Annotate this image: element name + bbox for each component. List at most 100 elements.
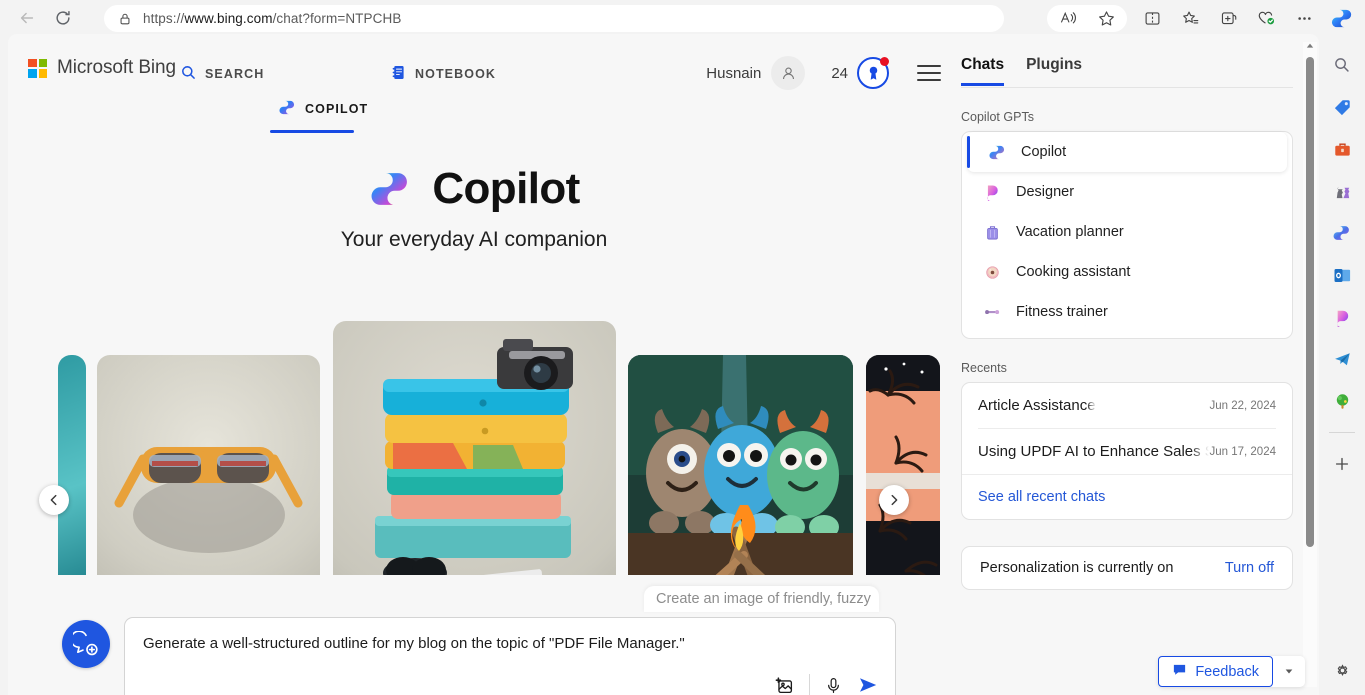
composer-input[interactable]: Generate a well-structured outline for m… — [143, 635, 685, 652]
nav-tab-copilot-label: COPILOT — [305, 102, 368, 116]
dumbbell-icon — [982, 302, 1002, 322]
new-chat-icon[interactable] — [62, 620, 110, 668]
composer-tools — [774, 674, 879, 695]
search-icon — [180, 64, 197, 84]
microphone-icon[interactable] — [824, 676, 843, 695]
hero-subtitle: Your everyday AI companion — [8, 228, 940, 252]
recent-chat-item[interactable]: Using UPDF AI to Enhance Sales Skills Ju… — [962, 429, 1292, 474]
gpt-item-label: Copilot — [1021, 144, 1066, 160]
right-panel: Chats Plugins Copilot GPTs Copilot — [941, 34, 1301, 695]
tab-chats[interactable]: Chats — [961, 56, 1004, 86]
tab-plugins[interactable]: Plugins — [1026, 56, 1082, 86]
gpt-item-designer[interactable]: Designer — [962, 172, 1292, 212]
nav-tab-copilot[interactable]: COPILOT — [278, 98, 368, 120]
read-aloud-icon[interactable] — [1052, 3, 1084, 33]
nav-tab-notebook[interactable]: NOTEBOOK — [390, 52, 496, 96]
outlook-icon[interactable] — [1327, 260, 1357, 290]
url-text: https://www.bing.com/chat?form=NTPCHB — [143, 11, 401, 26]
carousel-caption: Create an image of friendly, fuzzy — [644, 586, 879, 612]
copilot-gpts-label: Copilot GPTs — [961, 110, 1301, 124]
games-icon[interactable] — [1327, 176, 1357, 206]
microsoft-logo-icon — [28, 59, 47, 78]
nav-tab-search-label: SEARCH — [205, 67, 264, 81]
designer-icon[interactable] — [1327, 302, 1357, 332]
collections-icon[interactable] — [1212, 3, 1244, 33]
shopping-tag-icon[interactable] — [1327, 92, 1357, 122]
recent-chat-title: Using UPDF AI to Enhance Sales Skills — [978, 443, 1209, 460]
copilot-gpts-card: Copilot Designer — [961, 131, 1293, 339]
bing-logo[interactable]: Microsoft Bing — [28, 57, 176, 79]
recent-chat-date: Jun 17, 2024 — [1209, 446, 1276, 458]
nav-tab-search[interactable]: SEARCH — [180, 52, 264, 96]
carousel-card[interactable] — [333, 321, 616, 611]
page-scrollbar[interactable] — [1303, 42, 1317, 687]
copilot-icon[interactable] — [1326, 3, 1358, 33]
recents-card: Article Assistance Jun 22, 2024 Using UP… — [961, 382, 1293, 520]
address-bar[interactable]: https://www.bing.com/chat?form=NTPCHB — [104, 5, 1004, 32]
carousel-card[interactable] — [58, 355, 86, 595]
gpt-item-vacation-planner[interactable]: Vacation planner — [962, 212, 1292, 252]
carousel-card[interactable] — [866, 355, 940, 595]
gpt-item-copilot[interactable]: Copilot — [967, 132, 1287, 172]
page-title: Copilot — [432, 164, 579, 214]
favorites-list-icon[interactable] — [1174, 3, 1206, 33]
add-sidebar-app-button[interactable] — [1327, 449, 1357, 479]
see-all-recent-chats-row[interactable]: See all recent chats — [962, 474, 1292, 519]
copilot-icon — [278, 98, 297, 120]
feedback-button[interactable]: Feedback — [1158, 656, 1273, 687]
hamburger-menu-icon[interactable] — [917, 65, 941, 81]
browser-essentials-icon[interactable] — [1250, 3, 1282, 33]
personalization-status: Personalization is currently on — [980, 560, 1173, 576]
recent-chat-item[interactable]: Article Assistance Jun 22, 2024 — [962, 383, 1292, 428]
search-icon[interactable] — [1327, 50, 1357, 80]
gpt-item-label: Vacation planner — [1016, 224, 1124, 240]
carousel-next-button[interactable] — [879, 485, 909, 515]
scrollbar-thumb[interactable] — [1306, 57, 1314, 547]
header-account-area: Husnain 24 — [706, 56, 941, 90]
back-button[interactable] — [12, 3, 42, 33]
carousel-prev-button[interactable] — [39, 485, 69, 515]
recent-chat-date: Jun 22, 2024 — [1209, 400, 1276, 412]
gpt-item-fitness-trainer[interactable]: Fitness trainer — [962, 292, 1292, 332]
donut-icon — [982, 262, 1002, 282]
recent-chat-title: Article Assistance — [978, 397, 1096, 414]
feedback-widget: Feedback — [1158, 656, 1305, 687]
split-screen-icon[interactable] — [1136, 3, 1168, 33]
carousel-card[interactable] — [628, 355, 853, 595]
send-icon[interactable] — [857, 674, 879, 695]
gear-icon[interactable] — [1327, 655, 1357, 685]
gpt-item-label: Fitness trainer — [1016, 304, 1108, 320]
page-surface: Microsoft Bing SEARCH COPILOT — [8, 34, 1319, 695]
sidebar-divider — [1329, 432, 1355, 433]
carousel-card[interactable] — [97, 355, 320, 595]
copilot-logo-icon — [368, 166, 414, 212]
favorite-star-icon[interactable] — [1090, 3, 1122, 33]
add-image-icon[interactable] — [774, 675, 795, 695]
avatar[interactable] — [771, 56, 805, 90]
settings-more-icon[interactable] — [1288, 3, 1320, 33]
scroll-up-arrow-icon[interactable] — [1306, 42, 1314, 52]
browser-toolbar: https://www.bing.com/chat?form=NTPCHB — [0, 0, 1365, 36]
chevron-down-icon[interactable] — [1273, 666, 1305, 678]
suitcase-icon — [982, 222, 1002, 242]
composer-box[interactable]: Generate a well-structured outline for m… — [124, 617, 896, 695]
see-all-recent-chats-link[interactable]: See all recent chats — [978, 489, 1105, 505]
gpt-item-label: Cooking assistant — [1016, 264, 1130, 280]
lock-icon[interactable] — [118, 12, 132, 26]
tree-icon[interactable] — [1327, 386, 1357, 416]
active-tab-underline — [270, 130, 354, 133]
copilot-logo-icon — [987, 142, 1007, 162]
rewards-badge[interactable] — [857, 57, 889, 89]
user-name-label: Husnain — [706, 65, 761, 82]
telegram-icon[interactable] — [1327, 344, 1357, 374]
gpt-item-cooking-assistant[interactable]: Cooking assistant — [962, 252, 1292, 292]
copilot-icon[interactable] — [1327, 218, 1357, 248]
notification-dot — [880, 57, 889, 66]
tools-briefcase-icon[interactable] — [1327, 134, 1357, 164]
refresh-button[interactable] — [48, 3, 78, 33]
tool-divider — [809, 674, 810, 695]
personalization-turn-off-link[interactable]: Turn off — [1225, 560, 1274, 576]
personalization-card: Personalization is currently on Turn off — [961, 546, 1293, 590]
rewards-count: 24 — [831, 65, 848, 82]
recents-label: Recents — [961, 361, 1301, 375]
